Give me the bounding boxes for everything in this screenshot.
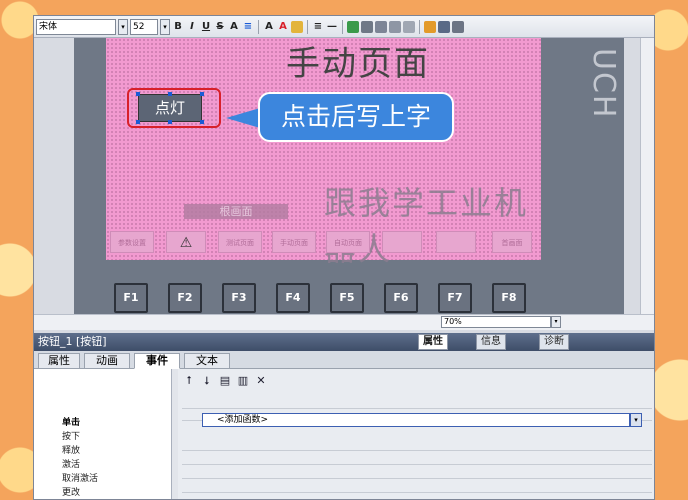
- tab-info[interactable]: 信息: [476, 334, 506, 350]
- event-change[interactable]: 更改: [62, 485, 80, 498]
- function-toolbar: ⭡ ⭣ ▤ ▥ ✕: [178, 371, 268, 391]
- resize-handle[interactable]: [136, 92, 140, 96]
- nav-button-blank-1[interactable]: [382, 231, 422, 253]
- root-screen-button[interactable]: 根画面: [184, 204, 288, 219]
- align-left-icon[interactable]: [347, 20, 359, 33]
- resize-handle[interactable]: [200, 92, 204, 96]
- add-function-field[interactable]: <添加函数>: [202, 413, 630, 427]
- line-style-button[interactable]: ≡: [312, 19, 324, 35]
- wincc-editor-window: 宋体 ▾ 52 ▾ B I U S A ≡ A A ≡ — UCH 手动页面 跟: [33, 15, 655, 500]
- event-release[interactable]: 释放: [62, 443, 80, 456]
- toolbar-divider: [342, 19, 343, 34]
- line-weight-button[interactable]: —: [326, 19, 338, 35]
- resize-handle[interactable]: [200, 120, 204, 124]
- align-button[interactable]: ≡: [242, 19, 254, 35]
- toolbar-divider: [307, 19, 308, 34]
- tab-diagnostics[interactable]: 诊断: [539, 334, 569, 350]
- tab-events[interactable]: 事件: [134, 353, 180, 369]
- font-size-dropdown-icon[interactable]: ▾: [160, 18, 170, 35]
- light-button[interactable]: 点灯: [138, 94, 202, 122]
- nav-button-test[interactable]: 测试页面: [218, 231, 262, 253]
- font-name-dropdown-icon[interactable]: ▾: [118, 18, 128, 35]
- pen-color-icon[interactable]: [291, 20, 303, 33]
- group-icon[interactable]: [389, 20, 401, 33]
- function-key-f7[interactable]: F7: [438, 283, 472, 313]
- fill-color-button[interactable]: A: [277, 19, 289, 35]
- nav-button-blank-2[interactable]: [436, 231, 476, 253]
- move-down-icon[interactable]: ⭣: [200, 374, 214, 388]
- callout-bubble: 点击后写上字: [258, 92, 454, 142]
- table-row: [182, 467, 652, 479]
- nav-button-params[interactable]: 参数设置: [110, 231, 154, 253]
- table-row: [182, 481, 652, 493]
- table-row: [182, 397, 652, 409]
- resize-handle[interactable]: [136, 120, 140, 124]
- arrange-icon[interactable]: [375, 20, 387, 33]
- horizontal-scrollbar[interactable]: 70% ▾: [34, 314, 654, 330]
- font-size-select[interactable]: 52: [130, 18, 158, 35]
- nav-button-manual[interactable]: 手动页面: [272, 231, 316, 253]
- expand-icon[interactable]: ▤: [218, 374, 232, 388]
- page-title: 手动页面: [286, 44, 430, 84]
- rotate-icon[interactable]: [438, 20, 450, 33]
- warning-icon[interactable]: ⚠: [166, 231, 206, 253]
- toolbar-divider: [419, 19, 420, 34]
- toolbar-divider: [258, 19, 259, 34]
- delete-icon[interactable]: ✕: [254, 374, 268, 388]
- tab-text[interactable]: 文本: [184, 353, 230, 369]
- table-row: [182, 453, 652, 465]
- tab-attributes[interactable]: 属性: [38, 353, 80, 369]
- watermark-text: 跟我学工业机器人: [324, 184, 529, 268]
- text-color-button[interactable]: A: [263, 19, 275, 35]
- function-key-f3[interactable]: F3: [222, 283, 256, 313]
- font-grow-button[interactable]: A: [228, 19, 240, 35]
- function-key-f1[interactable]: F1: [114, 283, 148, 313]
- device-brand-text: UCH: [586, 48, 621, 120]
- event-activate[interactable]: 激活: [62, 457, 80, 470]
- hmi-screen[interactable]: 手动页面 跟我学工业机器人 根画面 参数设置 ⚠ 测试页面 手动页面 自动页面 …: [106, 38, 541, 268]
- size-icon[interactable]: [403, 20, 415, 33]
- tab-properties[interactable]: 属性: [418, 334, 448, 350]
- event-click[interactable]: 单击: [62, 415, 80, 428]
- zoom-dropdown-icon[interactable]: ▾: [551, 316, 561, 328]
- function-key-f2[interactable]: F2: [168, 283, 202, 313]
- nav-button-auto[interactable]: 自动页面: [326, 231, 370, 253]
- distribute-icon[interactable]: [361, 20, 373, 33]
- event-press[interactable]: 按下: [62, 429, 80, 442]
- resize-handle[interactable]: [168, 92, 172, 96]
- function-key-f8[interactable]: F8: [492, 283, 526, 313]
- vertical-scrollbar[interactable]: [640, 38, 654, 314]
- resize-handle[interactable]: [168, 120, 172, 124]
- bold-button[interactable]: B: [172, 19, 184, 35]
- tab-animation[interactable]: 动画: [84, 353, 130, 369]
- function-key-f5[interactable]: F5: [330, 283, 364, 313]
- underline-button[interactable]: U: [200, 19, 212, 35]
- function-key-f6[interactable]: F6: [384, 283, 418, 313]
- function-key-f4[interactable]: F4: [276, 283, 310, 313]
- move-up-icon[interactable]: ⭡: [182, 374, 196, 388]
- italic-button[interactable]: I: [186, 19, 198, 35]
- event-deactivate[interactable]: 取消激活: [62, 471, 98, 484]
- strikethrough-button[interactable]: S: [214, 19, 226, 35]
- font-name-select[interactable]: 宋体: [36, 18, 116, 35]
- event-list: 单击 按下 释放 激活 取消激活 更改: [34, 369, 172, 499]
- add-function-dropdown-icon[interactable]: ▾: [630, 413, 642, 427]
- nav-button-home[interactable]: 首画面: [492, 231, 532, 253]
- function-list-panel: ⭡ ⭣ ▤ ▥ ✕ <添加函数> ▾: [178, 369, 654, 499]
- paint-icon[interactable]: [424, 20, 436, 33]
- callout-tail: [226, 108, 260, 128]
- design-canvas: UCH 手动页面 跟我学工业机器人 根画面 参数设置 ⚠ 测试页面 手动页面 自…: [34, 38, 640, 314]
- collapse-icon[interactable]: ▥: [236, 374, 250, 388]
- table-row: [182, 439, 652, 451]
- layers-icon[interactable]: [452, 20, 464, 33]
- zoom-select[interactable]: 70%: [441, 316, 551, 328]
- inspector-tabs: 属性 动画 事件 文本: [34, 351, 654, 369]
- format-toolbar: 宋体 ▾ 52 ▾ B I U S A ≡ A A ≡ —: [34, 16, 654, 38]
